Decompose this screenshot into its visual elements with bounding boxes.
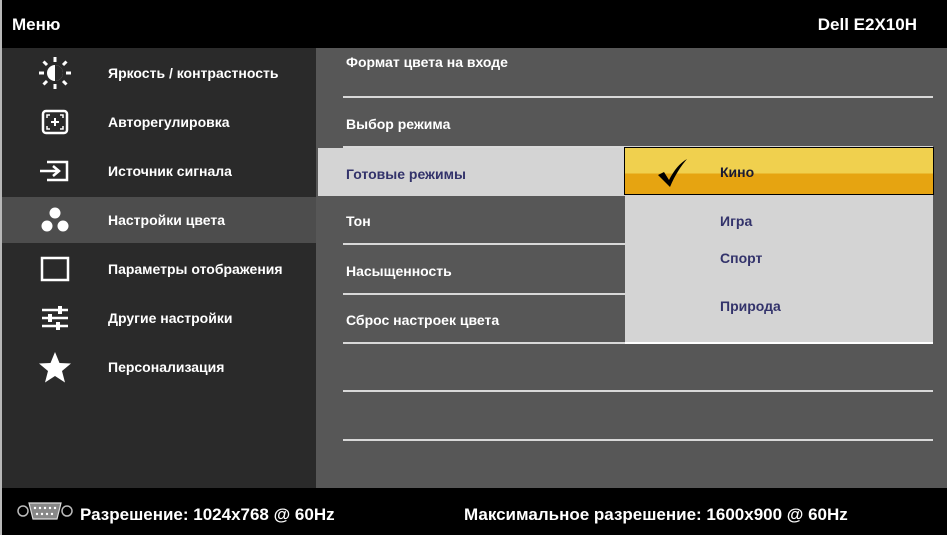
submenu-item-label: Формат цвета на входе — [346, 54, 508, 70]
submenu-item-input-color-format[interactable]: Формат цвета на входе — [343, 48, 933, 98]
menu-item-input-source[interactable]: Источник сигнала — [2, 148, 316, 194]
current-resolution: Разрешение: 1024x768 @ 60Hz — [80, 505, 335, 524]
submenu-item-preset-modes[interactable]: Готовые режимы — [318, 148, 625, 196]
submenu-item-label: Готовые режимы — [346, 166, 466, 182]
main-menu: Яркость / контрастность Авторегулировка … — [2, 48, 316, 488]
menu-item-label: Параметры отображения — [108, 261, 283, 277]
menu-item-label: Настройки цвета — [108, 212, 226, 228]
preset-option-game[interactable]: Игра — [625, 198, 933, 246]
brightness-icon — [38, 56, 72, 90]
menu-item-personalize[interactable]: Персонализация — [2, 344, 316, 390]
submenu-item-saturation[interactable]: Насыщенность — [343, 245, 625, 295]
preset-option-sports[interactable]: Спорт — [625, 246, 933, 294]
vga-connector-icon — [16, 500, 74, 522]
menu-item-color-settings[interactable]: Настройки цвета — [2, 197, 316, 243]
submenu-item-hue[interactable]: Тон — [343, 195, 625, 245]
menu-item-label: Авторегулировка — [108, 114, 230, 130]
menu-item-brightness-contrast[interactable]: Яркость / контрастность — [2, 50, 316, 96]
preset-option-label: Спорт — [720, 250, 763, 266]
submenu-item-reset-color[interactable]: Сброс настроек цвета — [343, 294, 625, 344]
menu-item-label: Другие настройки — [108, 310, 233, 326]
checkmark-icon — [658, 159, 687, 187]
submenu-divider — [343, 392, 933, 441]
preset-option-label: Кино — [720, 164, 755, 180]
preset-option-label: Природа — [720, 298, 781, 314]
preset-modes-list: Кино Игра Спорт Природа — [624, 146, 934, 344]
star-icon — [38, 350, 72, 384]
preset-option-label: Игра — [720, 213, 753, 229]
color-settings-icon — [38, 203, 72, 237]
display-settings-icon — [38, 252, 72, 286]
menu-item-display-settings[interactable]: Параметры отображения — [2, 246, 316, 292]
menu-title: Меню — [12, 15, 61, 34]
model-name: Dell E2X10H — [817, 15, 917, 34]
menu-item-auto-adjust[interactable]: Авторегулировка — [2, 99, 316, 145]
auto-adjust-icon — [38, 105, 72, 139]
submenu-item-label: Насыщенность — [346, 263, 452, 279]
submenu-item-label: Сброс настроек цвета — [346, 312, 500, 328]
submenu-item-label: Выбор режима — [346, 116, 451, 132]
submenu-item-label: Тон — [346, 213, 371, 229]
monitor-osd: Меню Dell E2X10H Яркость / контрастность… — [0, 0, 947, 535]
menu-item-label: Источник сигнала — [108, 163, 232, 179]
menu-item-label: Яркость / контрастность — [108, 65, 279, 81]
osd-header: Меню Dell E2X10H — [2, 0, 947, 48]
other-settings-icon — [38, 301, 72, 335]
osd-footer: Разрешение: 1024x768 @ 60Hz Максимальное… — [2, 488, 947, 535]
menu-item-other-settings[interactable]: Другие настройки — [2, 295, 316, 341]
max-resolution: Максимальное разрешение: 1600x900 @ 60Hz — [464, 505, 848, 524]
submenu-item-mode-selection[interactable]: Выбор режима — [343, 98, 933, 148]
input-source-icon — [38, 154, 72, 188]
preset-option-nature[interactable]: Природа — [625, 294, 933, 342]
submenu-divider — [343, 342, 933, 392]
preset-option-movie[interactable]: Кино — [624, 147, 934, 195]
menu-item-label: Персонализация — [108, 359, 225, 375]
